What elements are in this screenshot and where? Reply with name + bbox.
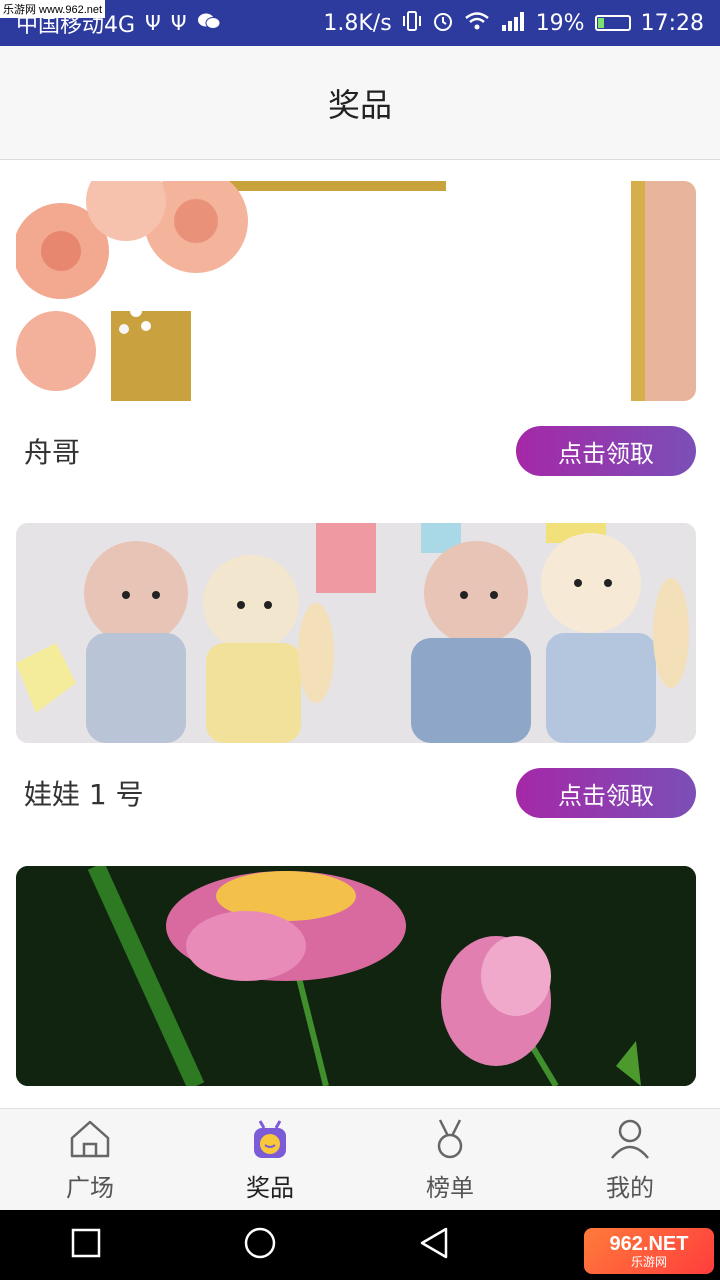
- tab-label: 奖品: [246, 1173, 294, 1202]
- claim-button[interactable]: 点击领取: [516, 768, 696, 818]
- prize-card: 舟哥 点击领取: [16, 181, 696, 501]
- bottom-tab-bar: 广场 奖品 榜单 我的: [0, 1108, 720, 1211]
- medal-icon: [428, 1118, 472, 1164]
- battery-icon: [594, 15, 631, 31]
- tab-prizes[interactable]: 奖品: [210, 1118, 330, 1203]
- wifi-icon: [464, 11, 490, 36]
- home-button-icon[interactable]: [242, 1225, 278, 1265]
- signal-icon: [500, 11, 526, 36]
- claim-button[interactable]: 点击领取: [516, 426, 696, 476]
- home-icon: [68, 1118, 112, 1164]
- status-bar: 中国移动4G Ψ Ψ 1.8K/s 19% 17:28: [0, 0, 720, 46]
- gift-icon: [248, 1118, 292, 1164]
- alarm-icon: [432, 10, 454, 37]
- page-title: 奖品: [327, 85, 392, 124]
- watermark-bottom: 962.NET 乐游网: [584, 1228, 714, 1274]
- tab-label: 我的: [606, 1173, 654, 1202]
- usb-icon: Ψ: [145, 11, 161, 35]
- recents-icon[interactable]: [70, 1227, 102, 1263]
- wechat-icon: [197, 11, 221, 36]
- vibrate-icon: [402, 10, 422, 37]
- prize-card: [16, 866, 696, 1086]
- user-icon: [608, 1118, 652, 1164]
- back-icon[interactable]: [418, 1226, 450, 1264]
- prize-name: 舟哥: [24, 436, 81, 469]
- watermark-subtext: 乐游网: [630, 1255, 667, 1269]
- prize-list[interactable]: 舟哥 点击领取 娃娃 1 号 点击领取: [0, 160, 720, 1108]
- clock: 17:28: [640, 10, 704, 36]
- tab-mine[interactable]: 我的: [570, 1118, 690, 1203]
- tab-label: 榜单: [426, 1173, 474, 1202]
- tab-label: 广场: [66, 1173, 114, 1202]
- usb-icon: Ψ: [170, 11, 187, 35]
- system-nav-bar: 962.NET 乐游网: [0, 1210, 720, 1280]
- network-speed: 1.8K/s: [323, 10, 392, 36]
- tab-square[interactable]: 广场: [30, 1118, 150, 1203]
- plush-dolls-image: [16, 523, 696, 743]
- tab-ranking[interactable]: 榜单: [390, 1118, 510, 1203]
- watermark-top: 乐游网 www.962.net: [0, 0, 106, 18]
- battery-percent: 19%: [535, 10, 585, 36]
- watermark-text: 962.NET: [609, 1233, 689, 1255]
- app-bar: 奖品: [0, 46, 720, 160]
- roses-gold-frame-image: [16, 181, 696, 401]
- prize-card: 娃娃 1 号 点击领取: [16, 523, 696, 843]
- prize-name: 娃娃 1 号: [24, 778, 144, 811]
- lotus-flowers-image: [16, 866, 696, 1086]
